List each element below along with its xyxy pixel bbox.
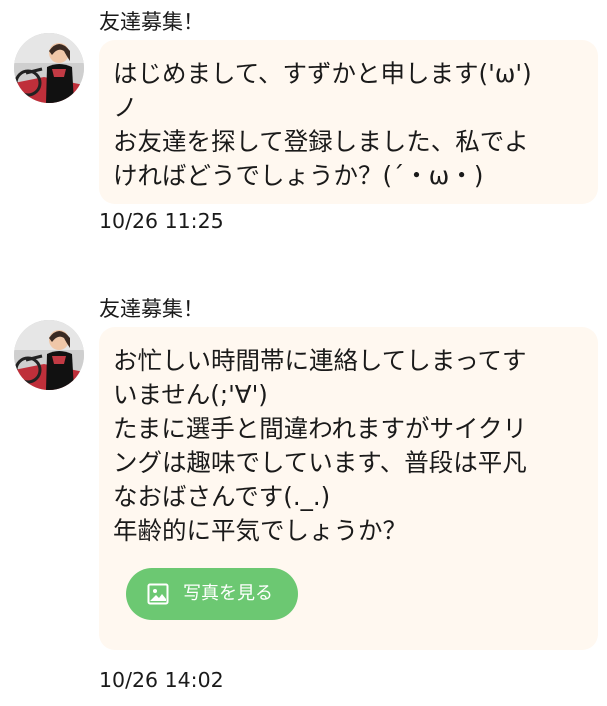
sender-name: 友達募集！ <box>99 10 204 34</box>
sender-avatar[interactable] <box>14 33 84 103</box>
sender-avatar[interactable] <box>14 320 84 390</box>
image-icon <box>146 582 170 606</box>
message-text: お忙しい時間帯に連絡してしまってす いません(;'∀') たまに選手と間違われま… <box>113 346 528 545</box>
sender-name: 友達募集！ <box>99 297 204 321</box>
message-timestamp: 10/26 11:25 <box>99 209 224 233</box>
message-bubble: はじめまして、すずかと申します('ω') ノ お友達を探して登録しました、私でよ… <box>99 40 598 204</box>
message-bubble: お忙しい時間帯に連絡してしまってす いません(;'∀') たまに選手と間違われま… <box>99 327 598 650</box>
message-text: はじめまして、すずかと申します('ω') ノ お友達を探して登録しました、私でよ… <box>113 59 532 190</box>
avatar-photo-icon <box>14 33 84 103</box>
avatar-photo-icon <box>14 320 84 390</box>
message-timestamp: 10/26 14:02 <box>99 668 224 692</box>
view-photo-label: 写真を見る <box>183 583 273 604</box>
view-photo-button[interactable]: 写真を見る <box>126 568 298 620</box>
